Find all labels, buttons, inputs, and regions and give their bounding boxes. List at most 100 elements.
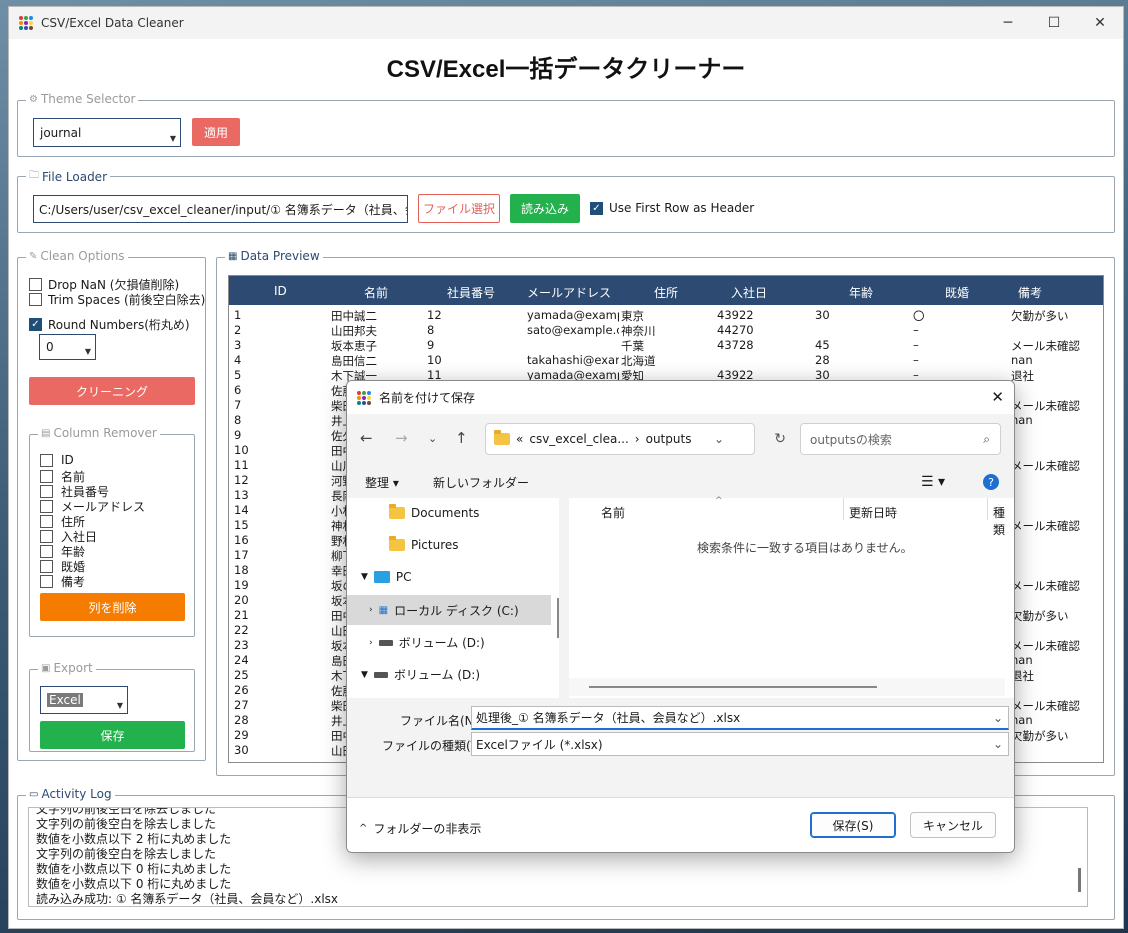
dialog-close-icon[interactable]: ✕ xyxy=(991,388,1004,406)
column-header-name[interactable]: 名前 xyxy=(601,504,625,521)
chevron-up-icon: ^ xyxy=(359,823,368,834)
drive-icon xyxy=(373,671,388,678)
table-row[interactable]: 4 島田信二 10 takahashi@exan 北海道 28 – nan xyxy=(229,353,1103,368)
table-cell: メール未確認 xyxy=(1011,519,1080,533)
table-cell: 東京 xyxy=(621,309,644,323)
column-checkbox-notes[interactable]: 備考 xyxy=(40,573,85,590)
file-list: ^ 名前 更新日時 種類 検索条件に一致する項目はありません。 xyxy=(569,496,1014,698)
column-checkbox-id[interactable]: ID xyxy=(40,453,74,467)
file-path-input[interactable]: C:/Users/user/csv_excel_cleaner/input/① … xyxy=(33,195,408,223)
tree-item-pc[interactable]: ▼ PC xyxy=(361,570,412,584)
breadcrumb-csv-excel-cleaner[interactable]: csv_excel_clea... xyxy=(529,432,628,446)
table-cell: 17 xyxy=(234,548,249,562)
breadcrumb-outputs[interactable]: outputs xyxy=(646,432,692,446)
dialog-cancel-button[interactable]: キャンセル xyxy=(910,812,996,838)
round-numbers-checkbox[interactable]: ✓ Round Numbers(桁丸め) xyxy=(29,316,190,333)
log-scrollbar[interactable] xyxy=(1078,868,1081,892)
tree-item-documents[interactable]: Documents xyxy=(389,504,479,520)
tree-item-local-disk-c[interactable]: › ▦ ローカル ディスク (C:) xyxy=(347,595,551,625)
table-row[interactable]: 2 山田邦夫 8 sato@example.c 神奈川 44270 – xyxy=(229,323,1103,338)
hide-folders-toggle[interactable]: ^ フォルダーの非表示 xyxy=(359,820,481,837)
column-header[interactable]: 入社日 xyxy=(731,284,767,301)
table-cell: 25 xyxy=(234,668,249,682)
drive-icon xyxy=(378,639,393,646)
column-header[interactable]: 社員番号 xyxy=(447,284,495,301)
close-button[interactable]: ✕ xyxy=(1077,7,1123,39)
folder-icon: 🗀 xyxy=(29,170,39,181)
dialog-save-button[interactable]: 保存(S) xyxy=(810,812,896,838)
column-header[interactable]: 住所 xyxy=(654,284,678,301)
new-folder-button[interactable]: 新しいフォルダー xyxy=(433,474,529,491)
table-cell: 43922 xyxy=(717,308,754,322)
table-row[interactable]: 3 坂本恵子 9 千葉 43728 45 – メール未確認 xyxy=(229,338,1103,353)
recent-chevron-icon[interactable]: ⌄ xyxy=(428,432,437,445)
save-icon: ▣ xyxy=(41,662,51,674)
column-remover-group: ▤ Column Remover ID 名前 社員番号 メールアドレス 住所 入社… xyxy=(29,426,195,637)
column-header[interactable]: 年齢 xyxy=(849,284,873,301)
filename-input[interactable]: 処理後_① 名簿系データ（社員、会員など）.xlsx ⌄ xyxy=(471,706,1009,730)
tree-item-volume-d[interactable]: › ボリューム (D:) xyxy=(369,634,485,651)
remove-columns-button[interactable]: 列を削除 xyxy=(40,593,185,621)
horizontal-scrollbar[interactable] xyxy=(569,678,1005,696)
tree-item-pictures[interactable]: Pictures xyxy=(389,536,459,552)
trim-spaces-checkbox[interactable]: Trim Spaces (前後空白除去) xyxy=(29,291,205,308)
header-checkbox[interactable]: ✓ Use First Row as Header xyxy=(590,201,754,215)
column-remover-legend: ▤ Column Remover xyxy=(38,426,160,440)
export-save-button[interactable]: 保存 xyxy=(40,721,185,749)
dialog-search-input[interactable]: outputsの検索 ⌕ xyxy=(800,423,1001,455)
column-header-modified[interactable]: 更新日時 xyxy=(849,504,897,521)
table-cell: 22 xyxy=(234,623,249,637)
log-line: 読み込み成功: ① 名簿系データ（社員、会員など）.xlsx xyxy=(36,892,339,906)
table-cell: nan xyxy=(1011,413,1033,427)
title-bar: CSV/Excel Data Cleaner ─ ☐ ✕ xyxy=(9,7,1123,39)
table-cell: 退社 xyxy=(1011,369,1034,383)
address-bar[interactable]: « csv_excel_clea... › outputs ⌄ ↻ xyxy=(485,423,786,455)
column-header[interactable]: 備考 xyxy=(1018,284,1042,301)
table-cell: 欠勤が多い xyxy=(1011,309,1069,323)
file-loader-group: 🗀 File Loader C:/Users/user/csv_excel_cle… xyxy=(17,168,1115,233)
column-header[interactable]: 既婚 xyxy=(945,284,969,301)
up-arrow-icon[interactable]: ↑ xyxy=(455,429,468,447)
theme-selector-group: ⚙ Theme Selector journal ▼ 適用 xyxy=(17,92,1115,157)
organize-menu[interactable]: 整理 ▾ xyxy=(365,474,399,491)
table-cell: 13 xyxy=(234,488,249,502)
table-cell: 欠勤が多い xyxy=(1011,609,1069,623)
app-icon xyxy=(357,390,371,405)
column-header[interactable]: 名前 xyxy=(364,284,388,301)
apply-theme-button[interactable]: 適用 xyxy=(192,118,240,146)
activity-log-legend: ▭ Activity Log xyxy=(26,787,115,801)
tree-item-volume-d-2[interactable]: ▼ ボリューム (D:) xyxy=(361,666,480,683)
forward-arrow-icon[interactable]: → xyxy=(395,429,408,447)
refresh-icon[interactable]: ↻ xyxy=(774,431,786,447)
table-cell: 山田邦夫 xyxy=(331,324,377,338)
chevron-down-icon[interactable]: ⌄ xyxy=(714,432,724,446)
select-file-button[interactable]: ファイル選択 xyxy=(418,194,500,223)
column-header[interactable]: メールアドレス xyxy=(527,284,611,301)
table-cell: – xyxy=(913,353,919,367)
navigation-pane: Documents Pictures ▼ PC › ▦ ローカル ディスク (C:) … xyxy=(347,498,559,698)
folder-icon xyxy=(494,430,510,445)
clean-options-group: ✎ Clean Options Drop NaN (欠損値削除) Trim Spa… xyxy=(17,249,206,761)
maximize-button[interactable]: ☐ xyxy=(1031,7,1077,39)
back-arrow-icon[interactable]: ← xyxy=(360,429,373,447)
load-button[interactable]: 読み込み xyxy=(510,194,580,223)
export-format-combobox[interactable]: Excel ▼ xyxy=(40,686,128,714)
clean-button[interactable]: クリーニング xyxy=(29,377,195,405)
table-cell: 10 xyxy=(234,443,249,457)
minimize-button[interactable]: ─ xyxy=(985,7,1031,39)
column-header[interactable]: ID xyxy=(274,284,287,298)
filetype-select[interactable]: Excelファイル (*.xlsx) ⌄ xyxy=(471,732,1009,756)
table-cell: 9 xyxy=(234,428,242,442)
chevron-down-icon: ▼ xyxy=(84,347,91,356)
file-loader-legend: 🗀 File Loader xyxy=(26,168,110,185)
help-icon[interactable]: ? xyxy=(983,474,999,490)
view-menu-icon[interactable]: ☰ ▾ xyxy=(921,474,945,490)
column-header-type[interactable]: 種類 xyxy=(993,504,1014,538)
check-icon: ✓ xyxy=(590,201,603,215)
table-header: ID 名前 社員番号 メールアドレス 住所 入社日 年齢 既婚 備考 xyxy=(229,276,1103,305)
nav-scrollbar[interactable] xyxy=(557,598,559,638)
table-row[interactable]: 1 田中誠二 12 yamada@examp 東京 43922 30 〇 欠勤が多い xyxy=(229,308,1103,323)
theme-combobox[interactable]: journal ▼ xyxy=(33,118,181,147)
table-cell: 欠勤が多い xyxy=(1011,729,1069,743)
round-digits-combobox[interactable]: 0 ▼ xyxy=(39,334,96,360)
